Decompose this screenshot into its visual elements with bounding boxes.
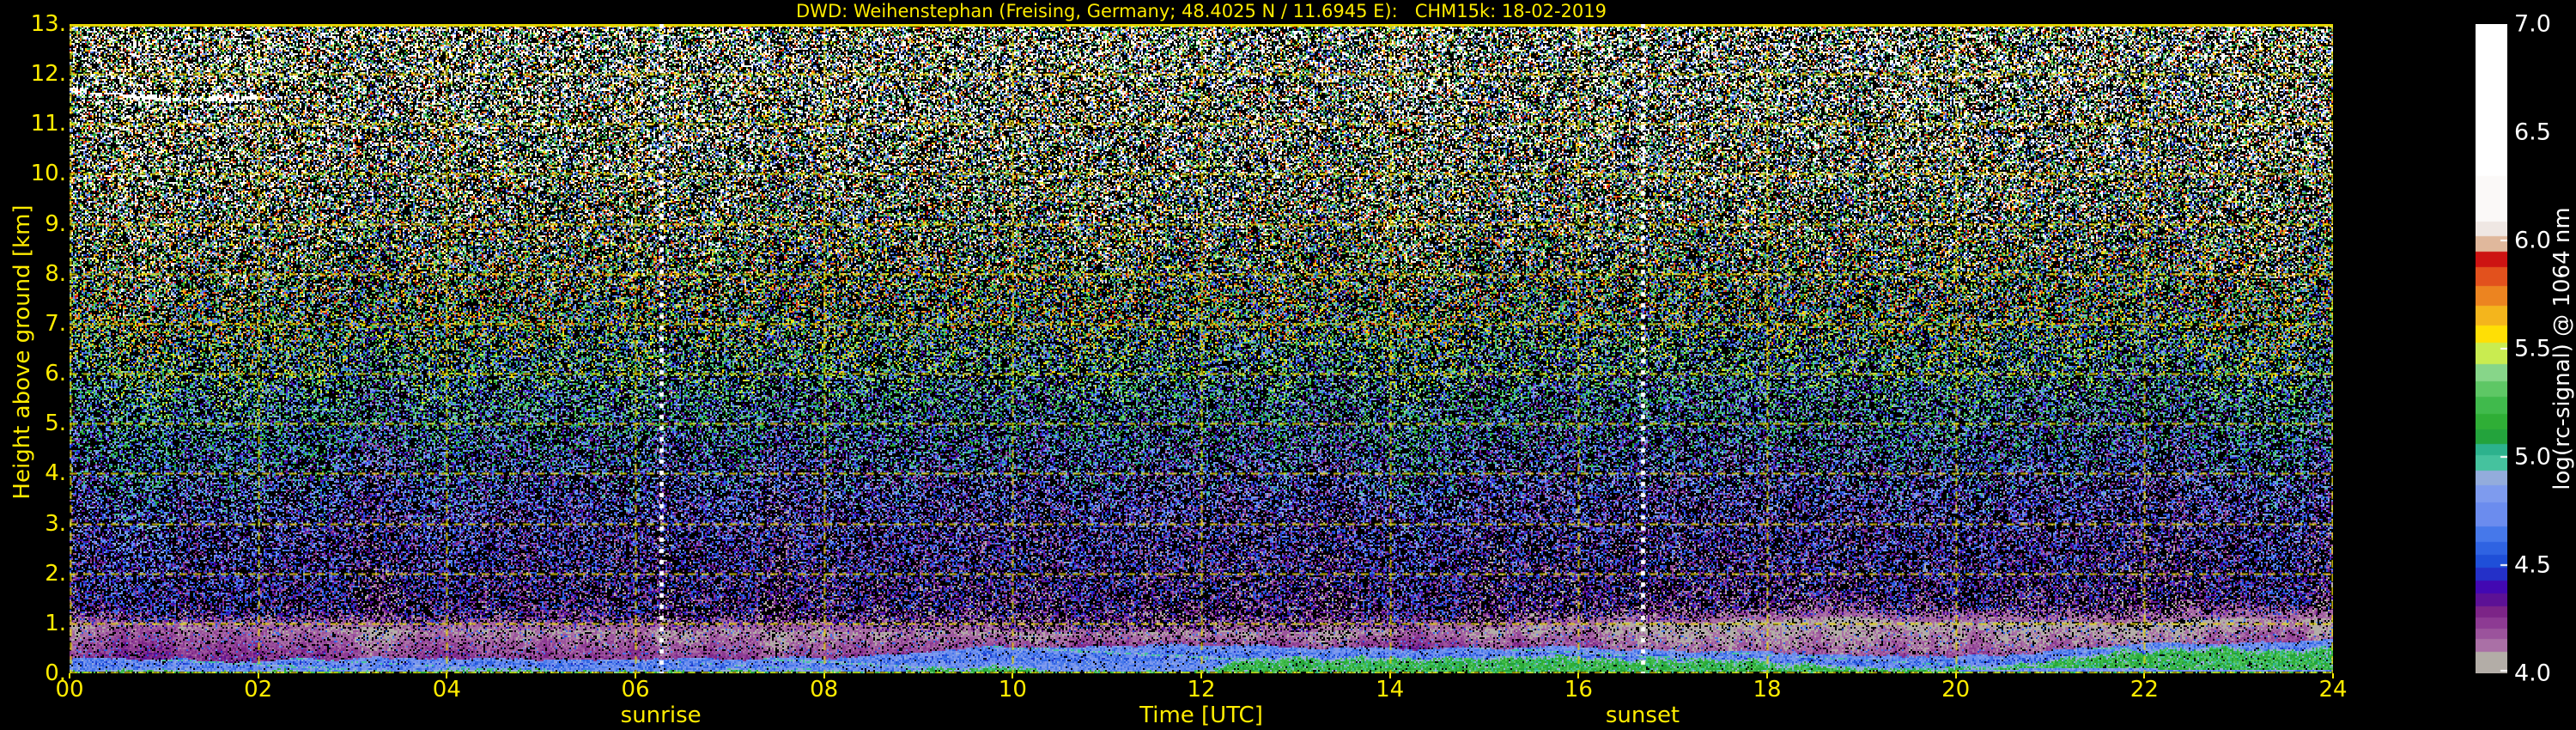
y-tick-label: 13. [31,11,66,37]
y-tick-label: 9. [45,211,66,237]
colorbar-tick-label: 5.0 [2514,444,2551,471]
y-tick-label: 6. [45,361,66,386]
x-tick-label: 04 [433,677,461,703]
x-axis-label: Time [UTC] [1139,703,1263,728]
x-tick-mark [69,673,70,678]
colorbar-tick-label: 4.0 [2514,660,2551,687]
y-tick-label: 7. [45,311,66,337]
page-title: DWD: Weihenstephan (Freising, Germany; 4… [796,1,1607,21]
colorbar-label: log(rc-signal) @ 1064 nm [2549,207,2575,490]
x-tick-mark [446,673,447,678]
y-tick-label: 11. [31,111,66,137]
colorbar-tick-label: 6.5 [2514,119,2551,146]
x-tick-label: 20 [1941,677,1970,703]
colorbar-tick-label: 7.0 [2514,11,2551,38]
x-tick-mark [635,673,636,678]
x-tick-label: 00 [55,677,83,703]
y-tick-label: 3. [45,511,66,537]
colorbar-canvas [2476,24,2507,673]
y-axis-label: Height above ground [km] [9,204,35,499]
y-tick-label: 1. [45,611,66,636]
x-tick-label: 22 [2130,677,2159,703]
colorbar-tick-label: 5.5 [2514,336,2551,362]
y-tick-label: 12. [31,61,66,87]
x-tick-label: 18 [1753,677,1781,703]
x-tick-label: 12 [1187,677,1215,703]
x-tick-mark [823,673,825,678]
y-tick-label: 5. [45,411,66,436]
x-tick-mark [1389,673,1391,678]
x-tick-mark [258,673,259,678]
ceilometer-quicklook-figure: DWD: Weihenstephan (Freising, Germany; 4… [0,0,2576,730]
y-tick-label: 10. [31,161,66,186]
x-tick-mark [1766,673,1768,678]
sunrise-label: sunrise [621,703,702,728]
x-tick-label: 08 [810,677,838,703]
x-tick-mark [1577,673,1579,678]
y-tick-label: 8. [45,261,66,287]
colorbar-tick-label: 4.5 [2514,552,2551,579]
y-tick-label: 4. [45,460,66,486]
heatmap-canvas [70,24,2333,673]
x-tick-mark [1012,673,1013,678]
x-tick-mark [2332,673,2334,678]
x-tick-label: 10 [999,677,1027,703]
x-tick-mark [1955,673,1957,678]
x-tick-label: 24 [2318,677,2347,703]
colorbar-tick-label: 6.0 [2514,228,2551,254]
x-tick-mark [2143,673,2145,678]
x-tick-label: 14 [1376,677,1404,703]
x-tick-mark [1200,673,1202,678]
y-tick-label: 2. [45,561,66,587]
x-tick-label: 16 [1564,677,1593,703]
sunset-label: sunset [1606,703,1680,728]
x-tick-label: 06 [621,677,649,703]
x-tick-label: 02 [244,677,272,703]
